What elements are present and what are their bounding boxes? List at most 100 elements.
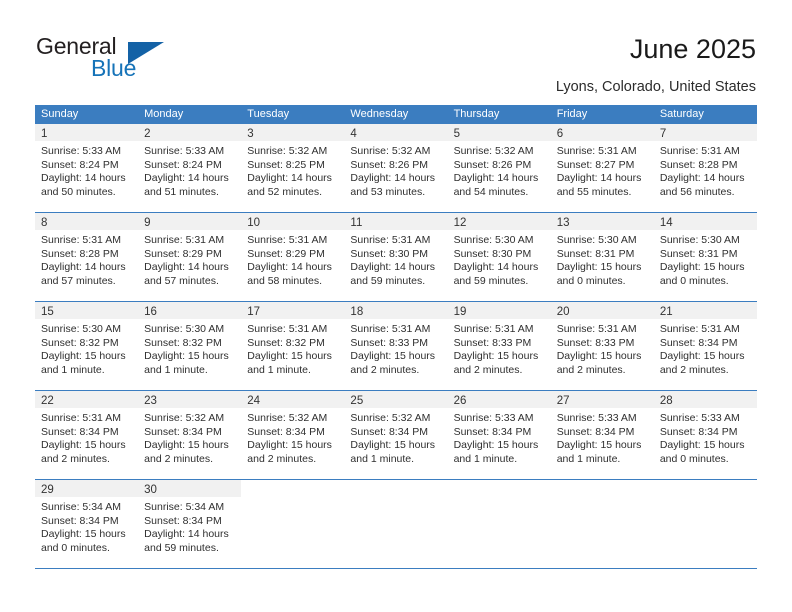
day-sunset-text: Sunset: 8:29 PM — [144, 247, 222, 260]
day-sunset-text: Sunset: 8:32 PM — [41, 336, 119, 349]
calendar-day-cell[interactable]: 30 Sunrise: 5:34 AM Sunset: 8:34 PM Dayligh… — [138, 480, 242, 568]
calendar-day-cell[interactable]: 15 Sunrise: 5:30 AM Sunset: 8:32 PM Dayligh… — [35, 302, 139, 390]
calendar-day-cell[interactable]: 11 Sunrise: 5:31 AM Sunset: 8:30 PM Dayligh… — [344, 213, 448, 301]
calendar-week-row: 22 Sunrise: 5:31 AM Sunset: 8:34 PM Dayligh… — [35, 391, 757, 480]
calendar-day-cell[interactable]: 28 Sunrise: 5:33 AM Sunset: 8:34 PM Dayligh… — [653, 391, 757, 479]
day-sunrise-text: Sunrise: 5:31 AM — [247, 234, 328, 246]
day-details: Sunrise: 5:30 AM Sunset: 8:30 PM Daylight:… — [448, 230, 551, 288]
calendar-day-cell[interactable]: 24 Sunrise: 5:32 AM Sunset: 8:34 PM Dayligh… — [241, 391, 345, 479]
calendar-day-cell[interactable]: 25 Sunrise: 5:32 AM Sunset: 8:34 PM Dayligh… — [344, 391, 448, 479]
day-daylight-text: Daylight: 15 hours — [144, 350, 229, 363]
day-details: Sunrise: 5:32 AM Sunset: 8:34 PM Daylight:… — [241, 408, 344, 466]
weekday-tuesday: Tuesday — [247, 108, 290, 120]
calendar-day-cell[interactable]: 27 Sunrise: 5:33 AM Sunset: 8:34 PM Dayligh… — [550, 391, 654, 479]
calendar-day-cell[interactable]: 26 Sunrise: 5:33 AM Sunset: 8:34 PM Dayligh… — [447, 391, 551, 479]
calendar-day-cell[interactable]: 4 Sunrise: 5:32 AM Sunset: 8:26 PM Daylight… — [344, 124, 448, 212]
day-sunrise-text: Sunrise: 5:31 AM — [659, 323, 740, 335]
day-sunrise-text: Sunrise: 5:31 AM — [41, 412, 121, 424]
day-number: 2 — [144, 128, 151, 140]
calendar-empty-cell — [653, 480, 757, 568]
calendar-day-cell[interactable]: 13 Sunrise: 5:30 AM Sunset: 8:31 PM Dayligh… — [550, 213, 654, 301]
day-number-band: 25 — [344, 391, 448, 408]
day-daylight-text: Daylight: 14 hours — [144, 261, 229, 274]
day-daylight-text: and 59 minutes. — [144, 541, 219, 554]
day-number: 5 — [453, 128, 460, 140]
calendar-day-cell[interactable]: 8 Sunrise: 5:31 AM Sunset: 8:28 PM Daylight… — [35, 213, 139, 301]
day-details: Sunrise: 5:31 AM Sunset: 8:34 PM Daylight:… — [654, 319, 757, 377]
calendar-day-cell[interactable]: 16 Sunrise: 5:30 AM Sunset: 8:32 PM Dayligh… — [138, 302, 242, 390]
day-sunset-text: Sunset: 8:32 PM — [247, 336, 325, 349]
calendar-day-cell[interactable]: 21 Sunrise: 5:31 AM Sunset: 8:34 PM Dayligh… — [653, 302, 757, 390]
day-details: Sunrise: 5:30 AM Sunset: 8:32 PM Daylight:… — [138, 319, 241, 377]
day-sunset-text: Sunset: 8:27 PM — [556, 158, 635, 171]
day-daylight-text: and 2 minutes. — [41, 452, 110, 465]
day-number-band — [241, 480, 344, 497]
day-daylight-text: Daylight: 14 hours — [41, 261, 126, 274]
calendar-day-cell[interactable]: 18 Sunrise: 5:31 AM Sunset: 8:33 PM Dayligh… — [344, 302, 448, 390]
day-number: 22 — [41, 395, 54, 407]
calendar-day-cell[interactable]: 20 Sunrise: 5:31 AM Sunset: 8:33 PM Dayligh… — [550, 302, 654, 390]
day-daylight-text: Daylight: 15 hours — [556, 261, 642, 274]
day-details: Sunrise: 5:30 AM Sunset: 8:31 PM Daylight:… — [654, 230, 757, 288]
day-number-band: 29 — [35, 480, 139, 497]
calendar-day-cell[interactable]: 3 Sunrise: 5:32 AM Sunset: 8:25 PM Daylight… — [241, 124, 345, 212]
calendar-day-cell[interactable]: 7 Sunrise: 5:31 AM Sunset: 8:28 PM Daylight… — [653, 124, 757, 212]
day-sunrise-text: Sunrise: 5:33 AM — [453, 412, 534, 424]
day-daylight-text: Daylight: 14 hours — [350, 261, 436, 274]
day-daylight-text: Daylight: 15 hours — [659, 439, 745, 452]
day-sunset-text: Sunset: 8:24 PM — [144, 158, 222, 171]
day-number: 25 — [350, 395, 364, 407]
day-number: 15 — [41, 306, 54, 318]
day-number: 14 — [659, 217, 673, 229]
calendar-page: General Blue June 2025 Lyons, Colorado, … — [0, 0, 792, 612]
day-number: 23 — [144, 395, 157, 407]
day-sunrise-text: Sunrise: 5:31 AM — [247, 323, 328, 335]
day-daylight-text: Daylight: 15 hours — [556, 350, 642, 363]
day-details: Sunrise: 5:34 AM Sunset: 8:34 PM Daylight:… — [35, 497, 138, 555]
day-daylight-text: and 53 minutes. — [350, 185, 426, 198]
day-number-band: 30 — [138, 480, 242, 497]
day-number: 18 — [350, 306, 364, 318]
calendar-day-cell[interactable]: 23 Sunrise: 5:32 AM Sunset: 8:34 PM Dayligh… — [138, 391, 242, 479]
day-number: 21 — [659, 306, 673, 318]
calendar-day-cell[interactable]: 19 Sunrise: 5:31 AM Sunset: 8:33 PM Dayligh… — [447, 302, 551, 390]
calendar-day-cell[interactable]: 29 Sunrise: 5:34 AM Sunset: 8:34 PM Dayligh… — [35, 480, 139, 568]
calendar-day-cell[interactable]: 1 Sunrise: 5:33 AM Sunset: 8:24 PM Daylight… — [35, 124, 139, 212]
calendar-day-cell[interactable]: 2 Sunrise: 5:33 AM Sunset: 8:24 PM Daylight… — [138, 124, 242, 212]
day-daylight-text: and 1 minute. — [453, 452, 518, 465]
calendar-day-cell[interactable]: 14 Sunrise: 5:30 AM Sunset: 8:31 PM Dayligh… — [653, 213, 757, 301]
day-details: Sunrise: 5:31 AM Sunset: 8:30 PM Daylight:… — [344, 230, 447, 288]
day-sunset-text: Sunset: 8:33 PM — [556, 336, 635, 349]
day-sunrise-text: Sunrise: 5:30 AM — [41, 323, 121, 335]
calendar-day-cell[interactable]: 12 Sunrise: 5:30 AM Sunset: 8:30 PM Dayligh… — [447, 213, 551, 301]
day-daylight-text: and 1 minute. — [247, 363, 311, 376]
day-details: Sunrise: 5:31 AM Sunset: 8:33 PM Daylight:… — [551, 319, 654, 377]
day-daylight-text: and 55 minutes. — [556, 185, 632, 198]
day-sunrise-text: Sunrise: 5:31 AM — [556, 323, 637, 335]
calendar-day-cell[interactable]: 5 Sunrise: 5:32 AM Sunset: 8:26 PM Daylight… — [447, 124, 551, 212]
day-sunrise-text: Sunrise: 5:32 AM — [144, 412, 225, 424]
calendar-day-cell[interactable]: 22 Sunrise: 5:31 AM Sunset: 8:34 PM Dayligh… — [35, 391, 139, 479]
calendar-day-cell[interactable]: 9 Sunrise: 5:31 AM Sunset: 8:29 PM Daylight… — [138, 213, 242, 301]
day-daylight-text: Daylight: 15 hours — [659, 261, 745, 274]
day-number-band: 28 — [653, 391, 757, 408]
day-details: Sunrise: 5:31 AM Sunset: 8:27 PM Daylight:… — [551, 141, 654, 199]
calendar-day-cell[interactable]: 6 Sunrise: 5:31 AM Sunset: 8:27 PM Daylight… — [550, 124, 654, 212]
day-sunset-text: Sunset: 8:33 PM — [350, 336, 429, 349]
day-sunset-text: Sunset: 8:28 PM — [41, 247, 119, 260]
day-daylight-text: and 56 minutes. — [659, 185, 735, 198]
day-number-band: 27 — [550, 391, 654, 408]
day-sunrise-text: Sunrise: 5:32 AM — [350, 412, 431, 424]
day-daylight-text: and 52 minutes. — [247, 185, 322, 198]
day-number: 9 — [144, 217, 151, 229]
calendar-day-cell[interactable]: 17 Sunrise: 5:31 AM Sunset: 8:32 PM Dayligh… — [241, 302, 345, 390]
day-daylight-text: and 54 minutes. — [453, 185, 529, 198]
day-daylight-text: Daylight: 14 hours — [453, 172, 539, 185]
calendar-empty-cell — [344, 480, 448, 568]
calendar-day-cell[interactable]: 10 Sunrise: 5:31 AM Sunset: 8:29 PM Dayligh… — [241, 213, 345, 301]
day-sunset-text: Sunset: 8:34 PM — [659, 425, 738, 438]
day-sunrise-text: Sunrise: 5:31 AM — [41, 234, 121, 246]
logo[interactable]: General Blue — [36, 33, 236, 85]
day-sunset-text: Sunset: 8:28 PM — [659, 158, 738, 171]
day-details: Sunrise: 5:30 AM Sunset: 8:32 PM Daylight:… — [35, 319, 138, 377]
